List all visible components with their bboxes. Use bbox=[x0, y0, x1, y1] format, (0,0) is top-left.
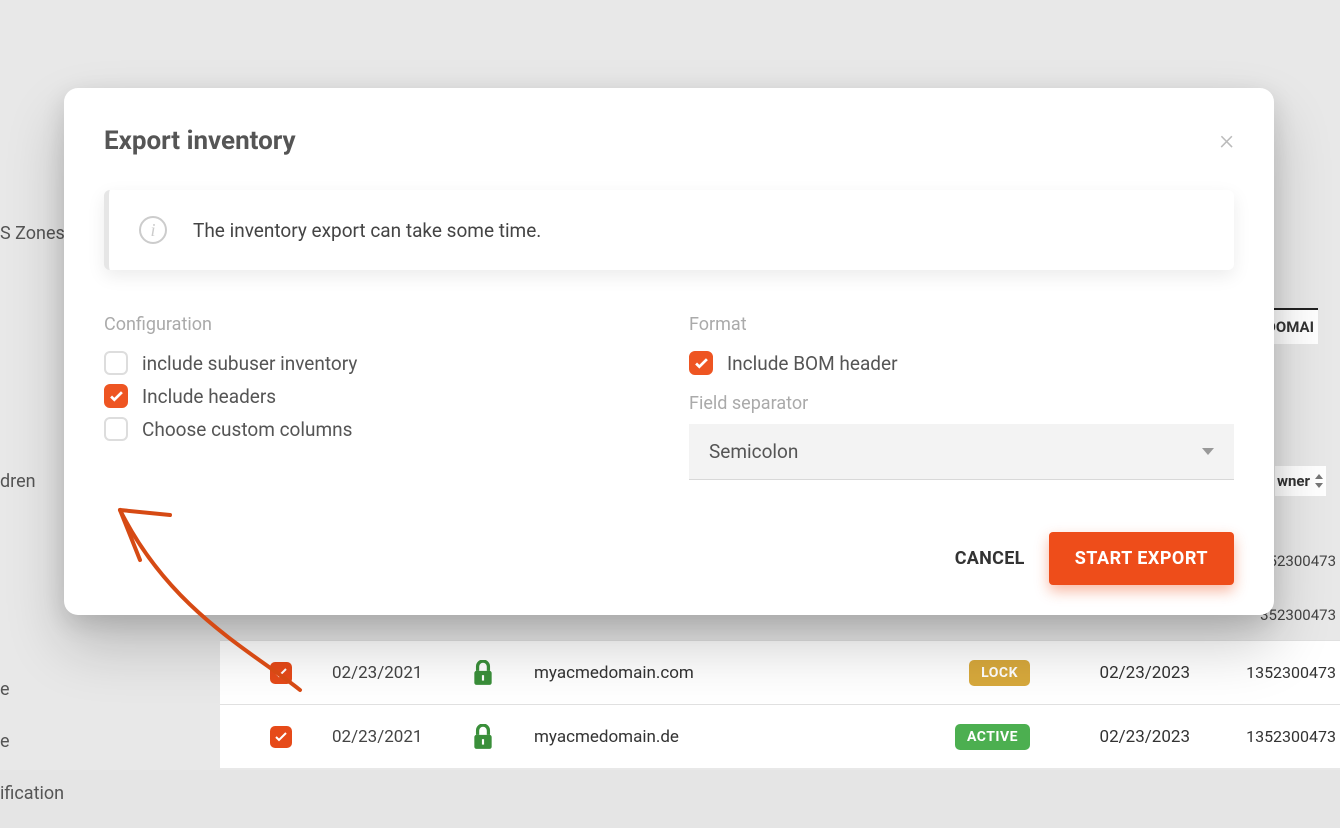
include-bom-checkbox[interactable] bbox=[689, 351, 713, 375]
format-section: Format Include BOM header Field separato… bbox=[689, 314, 1234, 480]
configuration-section: Configuration include subuser inventory … bbox=[104, 314, 649, 480]
export-inventory-modal: Export inventory × i The inventory expor… bbox=[64, 88, 1274, 615]
include-subuser-label: include subuser inventory bbox=[142, 352, 357, 375]
info-text: The inventory export can take some time. bbox=[193, 219, 541, 242]
info-banner: i The inventory export can take some tim… bbox=[104, 190, 1234, 270]
modal-title: Export inventory bbox=[104, 126, 296, 156]
include-headers-checkbox[interactable] bbox=[104, 384, 128, 408]
include-bom-label: Include BOM header bbox=[727, 352, 898, 375]
chevron-down-icon bbox=[1202, 448, 1214, 455]
cancel-button[interactable]: CANCEL bbox=[955, 548, 1025, 569]
include-subuser-checkbox[interactable] bbox=[104, 351, 128, 375]
field-separator-select[interactable]: Semicolon bbox=[689, 424, 1234, 480]
close-icon[interactable]: × bbox=[1219, 126, 1234, 154]
start-export-button[interactable]: START EXPORT bbox=[1049, 532, 1234, 585]
section-label-format: Format bbox=[689, 314, 1234, 335]
include-headers-label: Include headers bbox=[142, 385, 276, 408]
section-label-configuration: Configuration bbox=[104, 314, 649, 335]
field-separator-value: Semicolon bbox=[709, 440, 798, 463]
custom-columns-label: Choose custom columns bbox=[142, 418, 352, 441]
custom-columns-checkbox[interactable] bbox=[104, 417, 128, 441]
field-separator-label: Field separator bbox=[689, 393, 1234, 414]
info-icon: i bbox=[139, 216, 167, 244]
